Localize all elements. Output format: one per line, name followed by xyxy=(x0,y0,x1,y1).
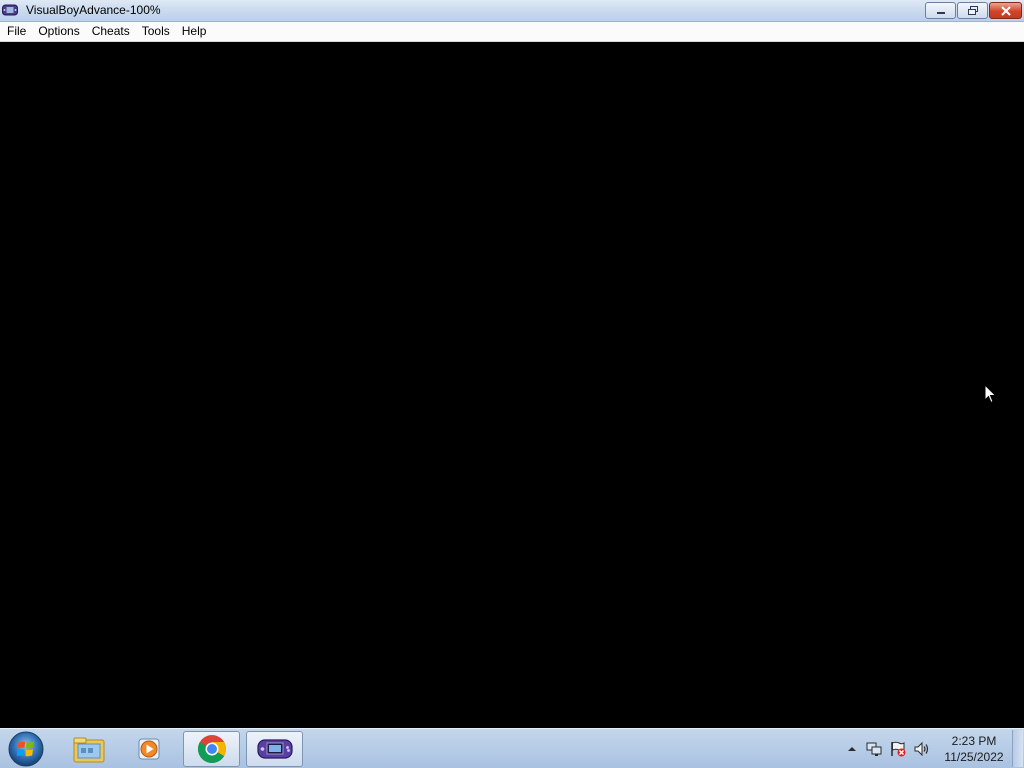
volume-icon xyxy=(914,741,929,757)
action-center-flag-icon xyxy=(891,741,906,757)
system-clock[interactable]: 2:23 PM 11/25/2022 xyxy=(940,733,1008,765)
visualboyadvance-window: VisualBoyAdvance-100% File Options Cheat… xyxy=(0,0,1024,728)
file-explorer-icon xyxy=(73,737,104,763)
media-player-icon xyxy=(138,738,159,760)
minimize-button[interactable] xyxy=(925,2,956,19)
taskbar-chrome[interactable] xyxy=(183,731,240,767)
network-icon xyxy=(866,742,882,756)
windows-start-icon xyxy=(8,731,44,767)
menu-tools[interactable]: Tools xyxy=(136,22,176,41)
start-button[interactable] xyxy=(6,730,46,768)
show-hidden-icons-arrow xyxy=(848,747,856,751)
minimize-icon xyxy=(936,11,945,14)
menu-bar: File Options Cheats Tools Help xyxy=(0,22,1024,42)
window-title: VisualBoyAdvance-100% xyxy=(26,3,161,17)
chrome-icon xyxy=(197,735,226,763)
restore-button[interactable] xyxy=(957,2,988,19)
action-center-tray[interactable] xyxy=(890,741,906,757)
taskbar-visualboyadvance[interactable] xyxy=(246,731,303,767)
close-icon xyxy=(1000,5,1011,16)
emulator-display[interactable] xyxy=(0,42,1024,728)
taskbar: 2:23 PM 11/25/2022 xyxy=(0,728,1024,768)
visualboyadvance-icon xyxy=(256,739,293,759)
show-desktop-button[interactable] xyxy=(1012,730,1023,767)
menu-help[interactable]: Help xyxy=(176,22,213,41)
taskbar-file-explorer[interactable] xyxy=(60,731,117,767)
title-bar[interactable]: VisualBoyAdvance-100% xyxy=(0,0,1024,22)
volume-tray[interactable] xyxy=(914,741,930,757)
menu-file[interactable]: File xyxy=(0,22,32,41)
gba-icon xyxy=(2,4,18,16)
clock-date: 11/25/2022 xyxy=(944,750,1004,764)
show-hidden-icons-button[interactable] xyxy=(844,741,860,757)
menu-cheats[interactable]: Cheats xyxy=(86,22,136,41)
close-button[interactable] xyxy=(989,2,1022,19)
taskbar-media-player[interactable] xyxy=(120,731,177,767)
mouse-cursor-icon xyxy=(984,384,997,404)
restore-icon xyxy=(967,5,978,15)
menu-options[interactable]: Options xyxy=(32,22,85,41)
clock-time: 2:23 PM xyxy=(951,734,997,748)
network-tray[interactable] xyxy=(866,741,882,757)
